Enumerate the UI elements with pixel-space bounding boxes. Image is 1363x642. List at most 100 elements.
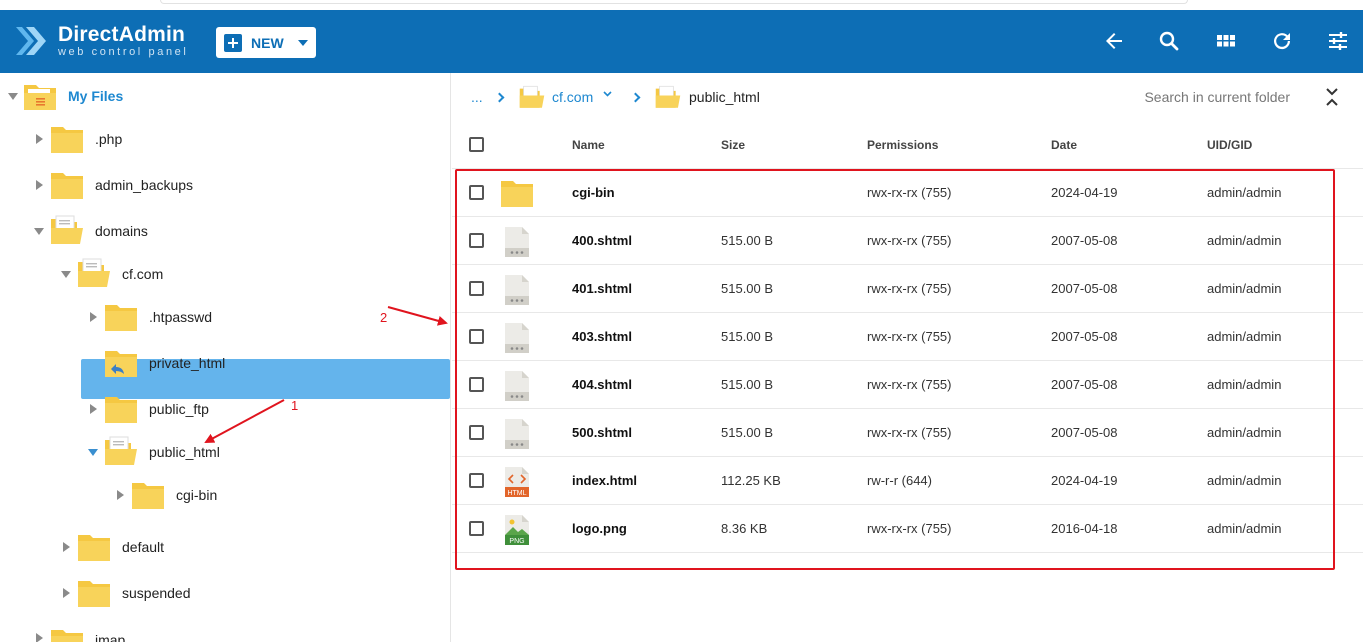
- browser-top-strip: [0, 0, 1363, 10]
- file-permissions: rwx-rx-rx (755): [867, 521, 952, 536]
- expand-toggle-icon[interactable]: [36, 180, 43, 190]
- file-name[interactable]: index.html: [572, 473, 637, 488]
- folder-icon: [78, 581, 110, 607]
- file-name[interactable]: 400.shtml: [572, 233, 632, 248]
- row-checkbox[interactable]: [469, 521, 484, 536]
- tree-item-label: domains: [95, 223, 148, 239]
- column-header-name[interactable]: Name: [572, 138, 605, 152]
- file-uid-gid: admin/admin: [1207, 329, 1282, 344]
- column-header-uid-gid[interactable]: UID/GID: [1207, 138, 1252, 152]
- file-size: 515.00 B: [721, 329, 774, 344]
- png-file-icon: PNG: [505, 515, 529, 545]
- tree-item-public-html[interactable]: public_html: [0, 432, 451, 472]
- row-checkbox[interactable]: [469, 377, 484, 392]
- file-icon: [505, 227, 529, 257]
- tree-item-cgi-bin[interactable]: cgi-bin: [0, 475, 451, 515]
- sliders-icon[interactable]: [1326, 29, 1350, 53]
- row-checkbox[interactable]: [469, 281, 484, 296]
- expand-toggle-icon[interactable]: [63, 588, 70, 598]
- folder-icon: [501, 181, 533, 207]
- row-checkbox[interactable]: [469, 329, 484, 344]
- row-checkbox[interactable]: [469, 233, 484, 248]
- file-permissions: rw-r-r (644): [867, 473, 932, 488]
- tree-item-imap[interactable]: imap: [0, 620, 451, 642]
- file-date: 2007-05-08: [1051, 281, 1118, 296]
- file-name[interactable]: cgi-bin: [572, 185, 615, 200]
- grid-view-icon[interactable]: [1214, 29, 1238, 53]
- column-header-date[interactable]: Date: [1051, 138, 1077, 152]
- tree-item-suspended[interactable]: suspended: [0, 573, 451, 613]
- breadcrumb-current: public_html: [689, 89, 760, 105]
- file-name[interactable]: 500.shtml: [572, 425, 632, 440]
- chevron-down-icon[interactable]: [603, 91, 612, 98]
- table-row[interactable]: 400.shtml 515.00 B rwx-rx-rx (755) 2007-…: [452, 217, 1363, 265]
- search-icon[interactable]: [1157, 29, 1181, 53]
- folder-icon: [51, 127, 83, 153]
- tree-item-label: .htpasswd: [149, 309, 213, 325]
- tree-item-private-html[interactable]: private_html: [0, 343, 451, 383]
- directadmin-logo-icon: [14, 23, 50, 59]
- file-permissions: rwx-rx-rx (755): [867, 425, 952, 440]
- tree-item-label: public_ftp: [149, 401, 209, 417]
- tree-item-my-files[interactable]: My Files: [0, 76, 451, 116]
- table-row[interactable]: HTML index.html 112.25 KB rw-r-r (644) 2…: [452, 457, 1363, 505]
- expand-toggle-icon[interactable]: [36, 633, 43, 642]
- breadcrumb-cf-com[interactable]: cf.com: [552, 89, 593, 105]
- table-row[interactable]: 403.shtml 515.00 B rwx-rx-rx (755) 2007-…: [452, 313, 1363, 361]
- folder-icon: [132, 483, 164, 509]
- expand-toggle-icon[interactable]: [90, 404, 97, 414]
- file-size: 515.00 B: [721, 281, 774, 296]
- expand-toggle-icon[interactable]: [36, 134, 43, 144]
- tree-item-label: suspended: [122, 585, 191, 601]
- brand-logo[interactable]: DirectAdmin web control panel: [14, 18, 188, 64]
- file-name[interactable]: 404.shtml: [572, 377, 632, 392]
- table-row[interactable]: 404.shtml 515.00 B rwx-rx-rx (755) 2007-…: [452, 361, 1363, 409]
- tree-item-default[interactable]: default: [0, 527, 451, 567]
- open-folder-icon: [655, 85, 681, 108]
- folder-icon: [78, 535, 110, 561]
- tree-item-cf-com[interactable]: cf.com: [0, 254, 451, 294]
- collapse-icon[interactable]: [1325, 87, 1339, 107]
- new-button[interactable]: NEW: [216, 27, 316, 58]
- table-row[interactable]: 401.shtml 515.00 B rwx-rx-rx (755) 2007-…: [452, 265, 1363, 313]
- tree-item-php[interactable]: .php: [0, 119, 451, 159]
- open-folder-icon: [78, 258, 110, 287]
- html-file-icon: HTML: [505, 467, 529, 497]
- expand-toggle-icon[interactable]: [63, 542, 70, 552]
- table-row[interactable]: PNG logo.png 8.36 KB rwx-rx-rx (755) 201…: [452, 505, 1363, 553]
- search-input[interactable]: Search in current folder: [1144, 89, 1290, 105]
- annotation-label-1: 1: [291, 398, 299, 413]
- column-header-size[interactable]: Size: [721, 138, 745, 152]
- breadcrumb-ellipsis[interactable]: ...: [471, 89, 483, 105]
- file-date: 2024-04-19: [1051, 473, 1118, 488]
- tree-item-public-ftp[interactable]: public_ftp: [0, 389, 451, 429]
- file-permissions: rwx-rx-rx (755): [867, 329, 952, 344]
- row-checkbox[interactable]: [469, 425, 484, 440]
- row-checkbox[interactable]: [469, 473, 484, 488]
- row-checkbox[interactable]: [469, 185, 484, 200]
- table-header: Name Size Permissions Date UID/GID: [452, 121, 1363, 169]
- collapse-toggle-icon[interactable]: [88, 449, 98, 456]
- column-header-permissions[interactable]: Permissions: [867, 138, 938, 152]
- expand-toggle-icon[interactable]: [117, 490, 124, 500]
- refresh-icon[interactable]: [1270, 29, 1294, 53]
- select-all-checkbox[interactable]: [469, 137, 484, 152]
- file-icon: [505, 275, 529, 305]
- tree-item-label: admin_backups: [95, 177, 194, 193]
- tree-item-domains[interactable]: domains: [0, 211, 451, 251]
- folder-home-icon: [24, 85, 56, 110]
- tree-item-label: default: [122, 539, 165, 555]
- table-row[interactable]: cgi-bin rwx-rx-rx (755) 2024-04-19 admin…: [452, 169, 1363, 217]
- expand-toggle-icon[interactable]: [90, 312, 97, 322]
- back-arrow-icon[interactable]: [1102, 29, 1126, 53]
- collapse-toggle-icon[interactable]: [34, 228, 44, 235]
- file-name[interactable]: 403.shtml: [572, 329, 632, 344]
- file-icon: [505, 371, 529, 401]
- collapse-toggle-icon[interactable]: [8, 93, 18, 100]
- file-name[interactable]: 401.shtml: [572, 281, 632, 296]
- collapse-toggle-icon[interactable]: [61, 271, 71, 278]
- file-name[interactable]: logo.png: [572, 521, 627, 536]
- table-row[interactable]: 500.shtml 515.00 B rwx-rx-rx (755) 2007-…: [452, 409, 1363, 457]
- tree-item-admin-backups[interactable]: admin_backups: [0, 165, 451, 205]
- file-uid-gid: admin/admin: [1207, 425, 1282, 440]
